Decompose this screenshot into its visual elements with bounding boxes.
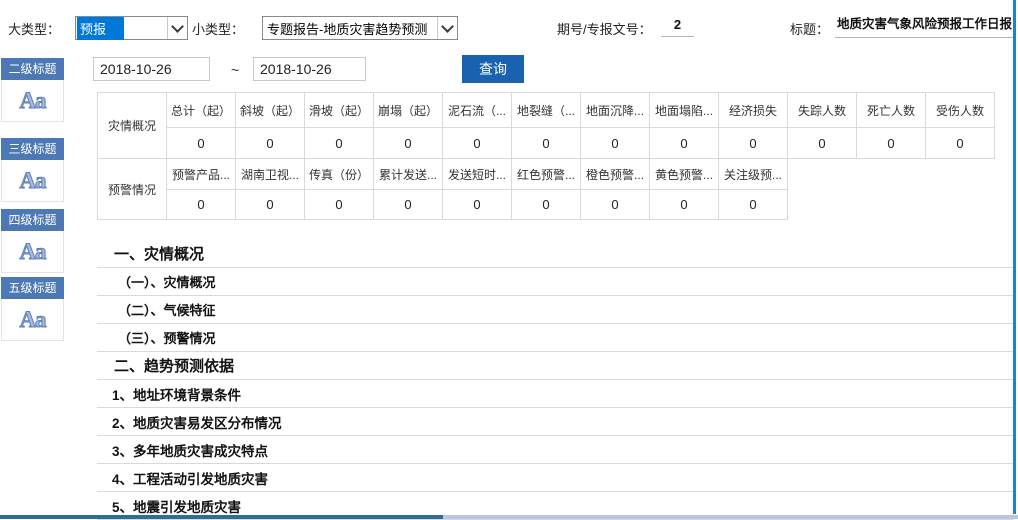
table-column-header: 湖南卫视... [236, 159, 305, 190]
query-button[interactable]: 查询 [462, 55, 524, 83]
table-cell-value: 0 [581, 128, 650, 159]
title-input[interactable]: 地质灾害气象风险预报工作日报 [835, 12, 1014, 38]
outline-item[interactable]: 二、趋势预测依据 [97, 352, 1014, 380]
heading-level-3-font-icon: Aa [19, 168, 45, 194]
big-type-select[interactable]: 预报 [75, 16, 188, 40]
chevron-down-icon [437, 17, 457, 39]
big-type-label: 大类型： [8, 19, 60, 38]
heading-style-preview[interactable]: Aa [1, 160, 64, 202]
outline-item[interactable]: 4、工程活动引发地质灾害 [97, 464, 1014, 492]
table-cell-value: 0 [305, 128, 374, 159]
outline-item[interactable]: （二）、气候特征 [97, 296, 1014, 324]
heading-level-5-font-icon: Aa [19, 307, 45, 333]
summary-table: 灾情概况总计（起）斜坡（起）滑坡（起）崩塌（起）泥石流（...地裂缝（...地面… [97, 92, 995, 159]
outline-item[interactable]: 一、灾情概况 [97, 240, 1014, 268]
table-column-header: 发送短时... [443, 159, 512, 190]
issue-number-label: 期号/专报文号： [557, 19, 652, 38]
sidebar-item-heading-style[interactable]: 三级标题 Aa [1, 138, 64, 202]
table-column-header: 黄色预警... [650, 159, 719, 190]
table-cell-value: 0 [236, 190, 305, 220]
table-cell-value: 0 [305, 190, 374, 220]
table-cell-value: 0 [236, 128, 305, 159]
heading-style-preview[interactable]: Aa [1, 299, 64, 341]
date-to-input[interactable]: 2018-10-26 [253, 57, 366, 81]
big-type-selected-value: 预报 [77, 17, 124, 40]
table-cell-value: 0 [443, 128, 512, 159]
horizontal-scrollbar-thumb[interactable] [0, 515, 443, 519]
table-row-label: 预警情况 [98, 159, 167, 220]
table-cell-value: 0 [926, 128, 995, 159]
sidebar-item-heading-style[interactable]: 二级标题 Aa [1, 58, 64, 122]
heading-style-label: 五级标题 [1, 277, 64, 299]
horizontal-scrollbar[interactable] [0, 515, 1018, 519]
table-column-header: 红色预警... [512, 159, 581, 190]
heading-style-label: 四级标题 [1, 209, 64, 231]
table-cell-value: 0 [788, 128, 857, 159]
report-editor-screen: 大类型： 预报 小类型： 专题报告-地质灾害趋势预测 期号/专报文号： 2 标题… [0, 0, 1018, 520]
summary-table: 预警情况预警产品...湖南卫视...传真（份）累计发送...发送短时...红色预… [97, 158, 788, 220]
outline-item[interactable]: （三）、预警情况 [97, 324, 1014, 352]
table-cell-value: 0 [374, 128, 443, 159]
sidebar-item-heading-style[interactable]: 四级标题 Aa [1, 209, 64, 273]
table-cell-value: 0 [857, 128, 926, 159]
table-cell-value: 0 [650, 190, 719, 220]
small-type-select[interactable]: 专题报告-地质灾害趋势预测 [262, 16, 458, 40]
table-row-label: 灾情概况 [98, 93, 167, 159]
table-column-header: 泥石流（... [443, 93, 512, 128]
table-column-header: 崩塌（起） [374, 93, 443, 128]
chevron-down-icon [167, 17, 187, 39]
table-column-header: 累计发送... [374, 159, 443, 190]
outline-item[interactable]: 3、多年地质灾害成灾特点 [97, 436, 1014, 464]
table-column-header: 受伤人数 [926, 93, 995, 128]
table-column-header: 地面沉降... [581, 93, 650, 128]
heading-style-preview[interactable]: Aa [1, 80, 64, 122]
table-cell-value: 0 [374, 190, 443, 220]
heading-level-4-font-icon: Aa [19, 239, 45, 265]
small-type-selected-value: 专题报告-地质灾害趋势预测 [263, 17, 431, 40]
table-column-header: 总计（起） [167, 93, 236, 128]
table-cell-value: 0 [719, 128, 788, 159]
table-column-header: 滑坡（起） [305, 93, 374, 128]
table-column-header: 地裂缝（... [512, 93, 581, 128]
heading-style-label: 二级标题 [1, 58, 64, 80]
table-column-header: 失踪人数 [788, 93, 857, 128]
table-column-header: 斜坡（起） [236, 93, 305, 128]
sidebar-item-heading-style[interactable]: 五级标题 Aa [1, 277, 64, 341]
table-column-header: 传真（份） [305, 159, 374, 190]
window-right-border [1013, 0, 1016, 514]
date-range-separator: ~ [231, 62, 239, 78]
table-column-header: 橙色预警... [581, 159, 650, 190]
table-column-header: 地面塌陷... [650, 93, 719, 128]
table-cell-value: 0 [443, 190, 512, 220]
table-cell-value: 0 [581, 190, 650, 220]
disaster-summary-tables: 灾情概况总计（起）斜坡（起）滑坡（起）崩塌（起）泥石流（...地裂缝（...地面… [97, 93, 995, 220]
title-label: 标题： [790, 19, 829, 38]
table-cell-value: 0 [512, 128, 581, 159]
table-column-header: 死亡人数 [857, 93, 926, 128]
heading-level-2-font-icon: Aa [19, 88, 45, 114]
table-cell-value: 0 [512, 190, 581, 220]
table-cell-value: 0 [167, 190, 236, 220]
table-column-header: 预警产品... [167, 159, 236, 190]
table-column-header: 经济损失 [719, 93, 788, 128]
heading-style-preview[interactable]: Aa [1, 231, 64, 273]
small-type-label: 小类型： [192, 19, 244, 38]
issue-number-input[interactable]: 2 [661, 14, 694, 37]
table-column-header: 关注级预... [719, 159, 788, 190]
outline-item[interactable]: 1、地址环境背景条件 [97, 380, 1014, 408]
report-outline: 一、灾情概况（一）、灾情概况（二）、气候特征（三）、预警情况二、趋势预测依据1、… [97, 240, 1014, 520]
table-cell-value: 0 [167, 128, 236, 159]
table-cell-value: 0 [650, 128, 719, 159]
date-from-input[interactable]: 2018-10-26 [93, 57, 210, 81]
heading-style-label: 三级标题 [1, 138, 64, 160]
table-cell-value: 0 [719, 190, 788, 220]
outline-item[interactable]: 2、地质灾害易发区分布情况 [97, 408, 1014, 436]
outline-item[interactable]: （一）、灾情概况 [97, 268, 1014, 296]
